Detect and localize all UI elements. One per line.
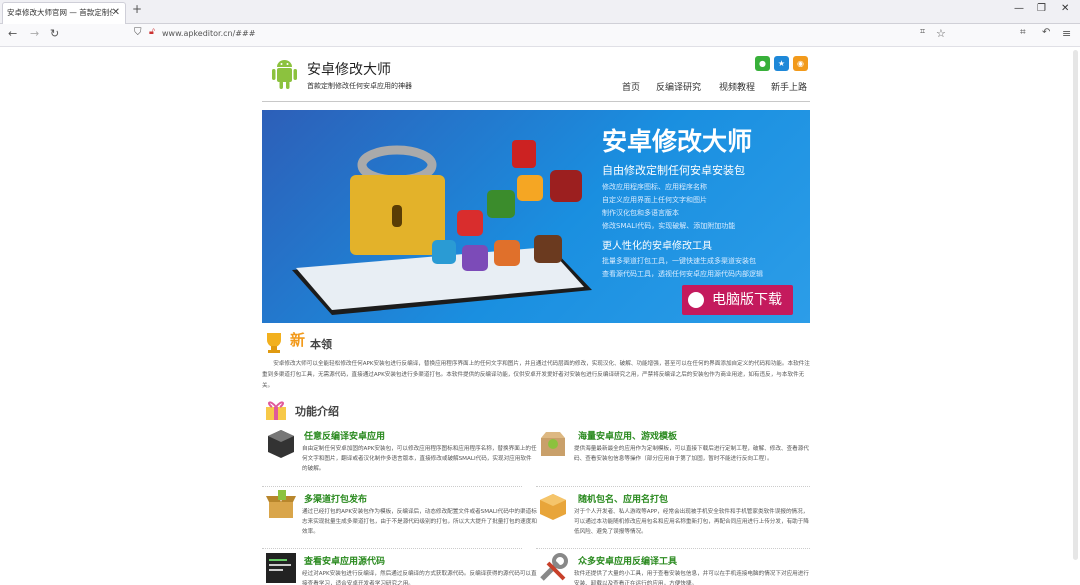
features-heading: 功能介绍: [295, 405, 339, 418]
close-tab-icon[interactable]: ✕: [112, 3, 120, 23]
feature-title[interactable]: 众多安卓应用反编译工具: [578, 554, 677, 567]
crop-icon[interactable]: ⌗: [1020, 27, 1026, 38]
code-window-icon: [266, 553, 296, 583]
feature-divider: [536, 486, 810, 487]
new-tab-button[interactable]: +: [132, 2, 142, 16]
feature-divider: [262, 548, 522, 549]
menu-icon[interactable]: ≡: [1062, 27, 1071, 40]
lock-icon[interactable]: 🔓︎: [149, 27, 155, 37]
banner-subtitle: 自由修改定制任何安卓安装包: [602, 164, 745, 177]
feature-divider: [536, 548, 810, 549]
banner-line: 自定义应用界面上任何文字和图片: [602, 196, 707, 204]
banner-title: 安卓修改大师: [602, 127, 753, 156]
minimize-icon[interactable]: —: [1014, 3, 1024, 14]
nav-home[interactable]: 首页: [622, 80, 640, 93]
parcel-box-icon: [540, 494, 566, 520]
new-badge: 新: [290, 331, 306, 349]
feature-desc: 通过已经打包的APK安装包作为模板，反编译后，动态修改配置文件或者SMALI代码…: [302, 509, 537, 535]
forward-arrow-icon[interactable]: →: [30, 27, 39, 40]
feature-title[interactable]: 任意反编译安卓应用: [304, 429, 385, 442]
banner-line: 修改应用程序图标、应用程序名称: [602, 183, 707, 191]
site-subtitle: 首款定制修改任何安卓应用的神器: [307, 82, 412, 90]
hero-banner: 安卓修改大师 自由修改定制任何安卓安装包 修改应用程序图标、应用程序名称 自定义…: [262, 110, 810, 323]
download-pc-button[interactable]: 电脑版下载: [682, 285, 793, 315]
package-open-icon: [266, 490, 296, 518]
feature-title[interactable]: 多渠道打包发布: [304, 492, 367, 505]
feature-desc: 自由定制任何安卓加固的APK安装包，可以修改应用程序图标和应用程序名称，替换界面…: [302, 446, 537, 472]
wechat-icon[interactable]: ●: [755, 56, 770, 71]
nav-bar: ← → ↻ ⛉ 🔓︎ www.apkeditor.cn/### ⌗ ☆ ⌗ ↶ …: [0, 24, 1080, 47]
bookmark-star-icon[interactable]: ☆: [936, 27, 946, 40]
banner-subtitle-2: 更人性化的安卓修改工具: [602, 241, 712, 252]
address-bar-url[interactable]: www.apkeditor.cn/###: [162, 29, 255, 38]
banner-line: 批量多渠道打包工具，一键快速生成多渠道安装包: [602, 257, 756, 265]
download-label: 电脑版下载: [712, 292, 782, 308]
skills-heading: 本领: [310, 338, 332, 351]
weibo-icon[interactable]: ◉: [793, 56, 808, 71]
header-divider: [262, 101, 810, 102]
feature-desc: 提供海量最新最全的应用作为定制模板，可以直接下载后进行定制工程，破解、修改、查看…: [574, 446, 809, 462]
close-window-icon[interactable]: ✕: [1061, 3, 1069, 14]
back-arrow-icon[interactable]: ←: [8, 27, 17, 40]
undo-icon[interactable]: ↶: [1042, 27, 1050, 38]
nav-decompile-research[interactable]: 反编译研究: [656, 80, 701, 93]
scrollbar[interactable]: [1073, 50, 1078, 560]
feature-desc: 对于个人开发者、私人游戏等APP，经常会出现被手机安全软件和手机管家类软件误报的…: [574, 509, 809, 535]
gift-box-icon: [266, 401, 286, 420]
banner-line: 查看源代码工具，透视任何安卓应用源代码内部逻辑: [602, 270, 763, 278]
feature-title[interactable]: 随机包名、应用名打包: [578, 492, 668, 505]
shield-icon[interactable]: ⛉: [134, 27, 142, 38]
cube-box-icon: [268, 430, 294, 458]
tools-wrench-icon: [540, 553, 568, 581]
browser-tab[interactable]: 安卓修改大师官网 — 首款定制任何 ✕: [2, 2, 126, 24]
banner-line: 制作汉化包和多语言版本: [602, 209, 679, 217]
banner-line: 修改SMALI代码，实现破解、添加附加功能: [602, 222, 736, 230]
tab-bar: 安卓修改大师官网 — 首款定制任何 ✕ + — ❐ ✕: [0, 0, 1080, 24]
nav-video-tutorials[interactable]: 视频教程: [719, 80, 755, 93]
feature-desc: 软件还提供了大量的小工具，用于查看安装包信息，并可以在手机连接电脑的情况下对应用…: [574, 571, 809, 585]
feature-desc: 经过对APK安装包进行反编译，然后通过反编译的方式获取源代码。反编译获得的源代码…: [302, 571, 537, 585]
site-title[interactable]: 安卓修改大师: [307, 59, 391, 79]
phone-apps-illustration: [292, 140, 592, 315]
tab-title: 安卓修改大师官网 — 首款定制任何: [7, 8, 113, 17]
skills-paragraph: 安卓修改大师可以全能轻松修改任何APK安装包进行反编译，替换应用程序界面上的任何…: [262, 361, 810, 389]
android-box-icon: [541, 432, 565, 456]
qzone-star-icon[interactable]: ★: [774, 56, 789, 71]
nav-getting-started[interactable]: 新手上路: [771, 80, 807, 93]
translate-icon[interactable]: ⌗: [920, 27, 925, 37]
arrow-right-circle-icon: [688, 292, 704, 308]
web-page: 安卓修改大师 首款定制修改任何安卓应用的神器 ● ★ ◉ 首页 反编译研究 视频…: [0, 48, 1080, 585]
trophy-icon: [267, 333, 281, 353]
feature-divider: [262, 486, 522, 487]
reload-icon[interactable]: ↻: [50, 27, 59, 40]
maximize-icon[interactable]: ❐: [1037, 3, 1046, 14]
android-logo-icon[interactable]: [268, 56, 300, 92]
feature-title[interactable]: 查看安卓应用源代码: [304, 554, 385, 567]
feature-title[interactable]: 海量安卓应用、游戏模板: [578, 429, 677, 442]
